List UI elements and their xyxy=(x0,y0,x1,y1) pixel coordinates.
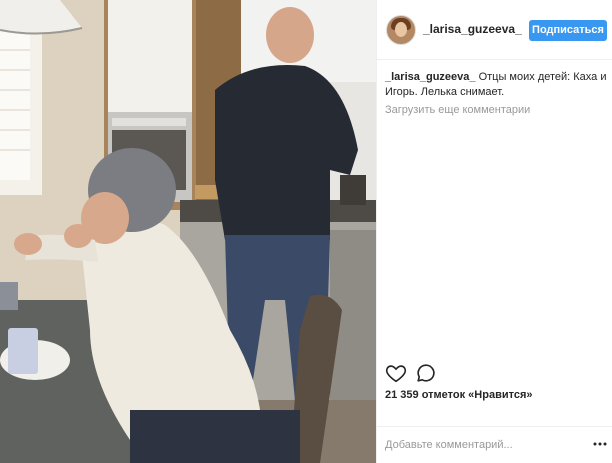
heart-icon[interactable] xyxy=(385,362,407,384)
header-username[interactable]: _larisa_guzeeva_ xyxy=(423,22,522,36)
more-options-icon[interactable] xyxy=(592,436,608,452)
comment-input[interactable] xyxy=(385,435,585,455)
post-caption: _larisa_guzeeva_ Отцы моих детей: Каха и… xyxy=(385,70,610,100)
likes-count[interactable]: 21 359 отметок «Нравится» xyxy=(385,389,533,401)
comment-bar xyxy=(377,426,612,463)
avatar[interactable] xyxy=(386,15,416,45)
follow-button[interactable]: Подписаться xyxy=(529,20,607,41)
comment-icon[interactable] xyxy=(415,362,437,384)
caption-username[interactable]: _larisa_guzeeva_ xyxy=(385,71,476,83)
kitchen-photo xyxy=(0,0,376,463)
post-photo[interactable] xyxy=(0,0,376,463)
load-more-comments-link[interactable]: Загрузить еще комментарии xyxy=(385,104,530,116)
post-header: _larisa_guzeeva_ Подписаться xyxy=(377,0,612,60)
post-sidebar: _larisa_guzeeva_ Подписаться _larisa_guz… xyxy=(376,0,612,463)
avatar-face xyxy=(395,22,407,37)
